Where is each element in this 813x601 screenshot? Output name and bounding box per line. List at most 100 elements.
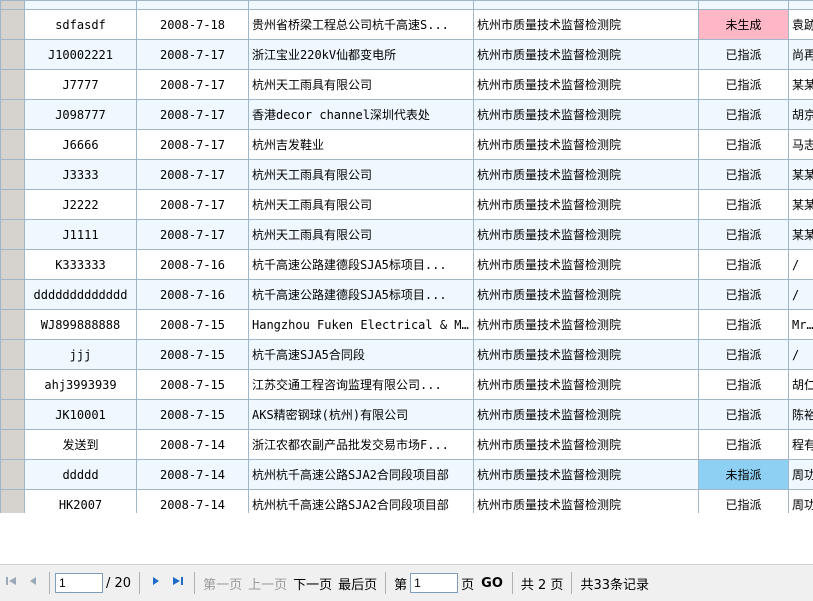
record-org-cell: 杭州市质量技术监督检测院 [474, 460, 699, 490]
prev-page-link[interactable]: 上一页 [248, 574, 287, 593]
row-selector[interactable] [1, 430, 25, 460]
record-unit-cell: 杭千高速公路建德段SJA5标项目... [249, 280, 474, 310]
row-selector[interactable] [1, 10, 25, 40]
table-row[interactable]: sdfasdf2008-7-18贵州省桥梁工程总公司杭千高速S...杭州市质量技… [1, 10, 813, 40]
row-selector[interactable] [1, 400, 25, 430]
record-contact-cell: 某某 [789, 160, 813, 190]
record-org-cell: 杭州市质量技术监督检测院 [474, 190, 699, 220]
table-row[interactable]: jjj2008-7-15杭千高速SJA5合同段杭州市质量技术监督检测院已指派/ [1, 340, 813, 370]
row-selector[interactable] [1, 130, 25, 160]
record-date-cell: 2008-7-17 [137, 130, 249, 160]
table-row[interactable]: J0987772008-7-17香港decor channel深圳代表处杭州市质… [1, 100, 813, 130]
record-code-cell: ddddd [25, 460, 137, 490]
row-selector[interactable] [1, 280, 25, 310]
record-org-cell: 杭州市质量技术监督检测院 [474, 280, 699, 310]
table-row[interactable]: ahj39939392008-7-15江苏交通工程咨询监理有限公司...杭州市质… [1, 370, 813, 400]
record-status-cell: 已指派 [699, 310, 789, 340]
record-unit-cell: 浙江宝业220kV仙都变电所 [249, 40, 474, 70]
table-row[interactable]: JK100012008-7-15AKS精密钢球(杭州)有限公司杭州市质量技术监督… [1, 400, 813, 430]
record-date-cell: 2008-7-15 [137, 400, 249, 430]
row-selector[interactable] [1, 250, 25, 280]
record-contact-cell: / [789, 340, 813, 370]
record-org-cell: 杭州市质量技术监督检测院 [474, 490, 699, 514]
go-button[interactable]: GO [481, 576, 503, 591]
record-code-cell: WJ899888888 [25, 310, 137, 340]
last-page-link[interactable]: 最后页 [338, 574, 377, 593]
row-selector[interactable] [1, 310, 25, 340]
record-code-cell: J098777 [25, 100, 137, 130]
row-selector[interactable] [1, 100, 25, 130]
record-contact-cell: 周功 [789, 460, 813, 490]
pager-divider [571, 572, 572, 594]
row-selector[interactable] [1, 70, 25, 100]
table-row[interactable]: J77772008-7-17杭州天工雨具有限公司杭州市质量技术监督检测院已指派某… [1, 70, 813, 100]
first-page-link[interactable]: 第一页 [203, 574, 242, 593]
record-code-cell: ddddddddddddd [25, 280, 137, 310]
next-page-icon[interactable] [148, 575, 164, 591]
jump-page-input[interactable] [410, 573, 458, 593]
record-org-cell: 杭州市质量技术监督检测院 [474, 130, 699, 160]
record-unit-cell: 杭州天工雨具有限公司 [249, 70, 474, 100]
pager-divider [194, 572, 195, 594]
record-code-cell: ahj3993939 [25, 370, 137, 400]
row-selector[interactable] [1, 340, 25, 370]
record-status-cell: 已指派 [699, 100, 789, 130]
record-date-cell: 2008-7-14 [137, 430, 249, 460]
record-unit-cell: 杭州杭千高速公路SJA2合同段项目部 [249, 460, 474, 490]
record-contact-cell: 胡仁 [789, 370, 813, 400]
table-row[interactable]: ddddd2008-7-14杭州杭千高速公路SJA2合同段项目部杭州市质量技术监… [1, 460, 813, 490]
record-status-cell: 已指派 [699, 160, 789, 190]
record-unit-cell: 杭州吉发鞋业 [249, 130, 474, 160]
record-date-cell: 2008-7-16 [137, 280, 249, 310]
record-unit-cell: AKS精密钢球(杭州)有限公司 [249, 400, 474, 430]
record-date-cell: 2008-7-15 [137, 310, 249, 340]
record-date-cell: 2008-7-16 [137, 250, 249, 280]
pager-divider [512, 572, 513, 594]
row-selector[interactable] [1, 460, 25, 490]
record-date-cell: 2008-7-17 [137, 70, 249, 100]
row-selector[interactable] [1, 370, 25, 400]
record-status-cell: 已指派 [699, 280, 789, 310]
table-row[interactable]: J66662008-7-17杭州吉发鞋业杭州市质量技术监督检测院已指派马志 [1, 130, 813, 160]
prev-page-icon[interactable] [25, 575, 41, 591]
record-date-cell: 2008-7-17 [137, 40, 249, 70]
record-contact-cell: Mr.S [789, 310, 813, 340]
row-selector[interactable] [1, 490, 25, 514]
jump-prefix: 第 [394, 574, 407, 593]
row-selector[interactable] [1, 1, 25, 10]
table-row[interactable]: 发送到2008-7-14浙江农都农副产品批发交易市场F...杭州市质量技术监督检… [1, 430, 813, 460]
row-selector[interactable] [1, 40, 25, 70]
record-status-cell: 已指派 [699, 40, 789, 70]
row-selector[interactable] [1, 160, 25, 190]
table-row[interactable]: HK20072008-7-14杭州杭千高速公路SJA2合同段项目部杭州市质量技术… [1, 490, 813, 514]
last-page-icon[interactable] [170, 575, 186, 591]
record-code-cell: J1111 [25, 220, 137, 250]
table-row[interactable]: WJ8998888882008-7-15Hangzhou Fuken Elect… [1, 310, 813, 340]
record-contact-cell: 程有 [789, 430, 813, 460]
record-date-cell: 2008-7-15 [137, 370, 249, 400]
table-row[interactable]: J11112008-7-17杭州天工雨具有限公司杭州市质量技术监督检测院已指派某… [1, 220, 813, 250]
record-contact-cell: 胡京 [789, 100, 813, 130]
next-page-link[interactable]: 下一页 [293, 574, 332, 593]
row-selector[interactable] [1, 220, 25, 250]
record-org-cell: 杭州市质量技术监督检测院 [474, 340, 699, 370]
table-row[interactable]: ddddddddddddd2008-7-16杭千高速公路建德段SJA5标项目..… [1, 280, 813, 310]
row-selector[interactable] [1, 190, 25, 220]
record-contact-cell: 陈裕 [789, 400, 813, 430]
record-unit-cell: Hangzhou Fuken Electrical & M... [249, 310, 474, 340]
record-date-cell: 2008-7-17 [137, 190, 249, 220]
record-unit-cell: 香港decor channel深圳代表处 [249, 100, 474, 130]
table-row[interactable]: J22222008-7-17杭州天工雨具有限公司杭州市质量技术监督检测院已指派某… [1, 190, 813, 220]
record-contact-cell: 马志 [789, 130, 813, 160]
table-row[interactable]: K3333332008-7-16杭千高速公路建德段SJA5标项目...杭州市质量… [1, 250, 813, 280]
record-date-cell: 2008-7-14 [137, 460, 249, 490]
current-page-input[interactable] [55, 573, 103, 593]
record-contact-cell: / [789, 280, 813, 310]
record-date-cell: 2008-7-14 [137, 490, 249, 514]
table-row[interactable]: J100022212008-7-17浙江宝业220kV仙都变电所杭州市质量技术监… [1, 40, 813, 70]
table-row[interactable]: J33332008-7-17杭州天工雨具有限公司杭州市质量技术监督检测院已指派某… [1, 160, 813, 190]
record-status-cell: 已指派 [699, 220, 789, 250]
first-page-icon[interactable] [3, 575, 19, 591]
record-unit-cell: 江苏交通工程咨询监理有限公司... [249, 370, 474, 400]
record-status-cell: 已指派 [699, 190, 789, 220]
